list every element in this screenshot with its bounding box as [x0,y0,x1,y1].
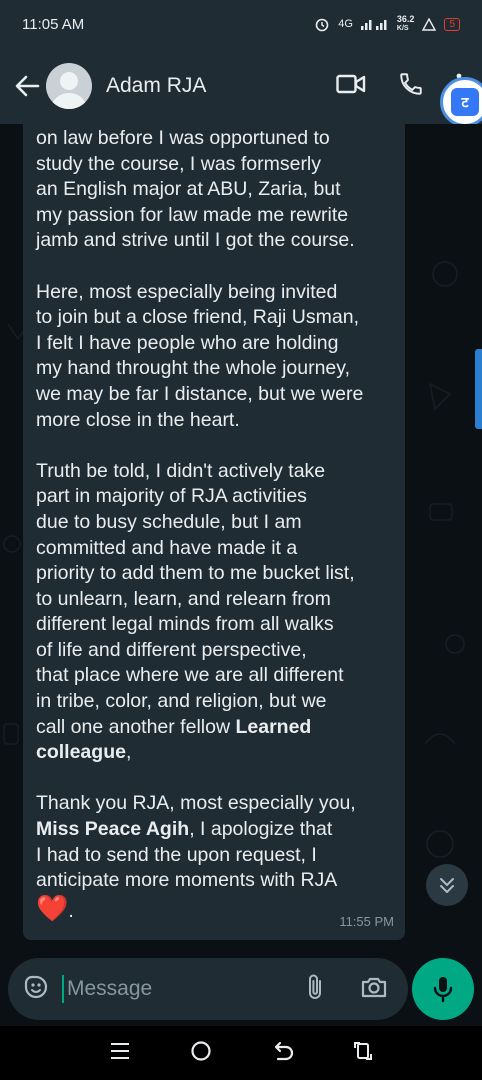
message-line: colleague, [36,740,393,766]
message-line: an English major at ABU, Zaria, but [36,178,341,201]
net-speed-unit: K/S [396,25,409,32]
rotate-screen-icon [354,1041,372,1060]
message-line: call one another fellow Learned [36,715,393,741]
message-bubble-incoming[interactable]: on law before I was opportuned to study t… [23,124,405,940]
composer-actions [306,973,388,1006]
signal-icon [360,20,387,30]
text-run: call one another fellow [36,715,236,738]
text-run: , [125,741,132,764]
phone-icon [400,72,422,95]
message-line: due to busy schedule, but I am [36,510,302,533]
message-line: in tribe, color, and religion, but we [36,690,327,713]
message-text: on law before I was opportuned to study t… [36,126,393,715]
back-arrow-icon [15,75,40,97]
message-line: on law before I was opportuned to [36,127,330,149]
back-nav-button[interactable] [272,1041,294,1066]
menu-lines-icon [111,1042,129,1059]
video-call-icon [336,74,366,93]
message-time: 11:55 PM [339,914,394,930]
bold-learned: Learned [235,715,312,738]
message-line: I had to send the upon request, I [36,843,317,866]
heart-emoji: ❤️ [36,892,69,923]
message-line: jamb and strive until I got the course. [36,229,355,252]
chat-header: Adam RJA [0,48,482,124]
message-line: Thank you RJA, most especially you, [36,792,356,815]
message-line: my passion for law made me rewrite [36,203,349,226]
voice-record-button[interactable] [412,958,474,1020]
net-speed: 36.2 K/S [397,15,415,33]
net-speed-value: 36.2 [396,14,415,24]
video-call-button[interactable] [336,73,366,100]
scroll-to-bottom-button[interactable] [426,864,468,906]
camera-icon [361,977,387,997]
message-line: that place where we are all different [36,664,344,687]
message-line: Miss Peace Agih, I apologize that [36,817,393,843]
bold-peace-agih: Miss Peace Agih [36,818,190,841]
contact-name[interactable]: Adam RJA [106,74,336,98]
avatar-head [60,72,78,90]
message-line: part in majority of RJA activities [36,485,307,508]
message-line: I felt I have people who are holding [36,331,339,354]
text-run: , I apologize that [189,818,333,841]
back-nav-icon [274,1041,294,1060]
avatar-shoulders [52,93,86,109]
avatar[interactable] [46,63,92,109]
status-time: 11:05 AM [22,15,85,33]
message-line: different legal minds from all walks [36,613,334,636]
network-type: 4G [338,18,353,30]
translate-floating-button[interactable]: ट [440,77,482,127]
alarm-icon [315,18,329,32]
message-input-wrapper [62,975,306,1003]
message-line: study the course, I was formserly [36,152,322,175]
message-line: we may be far I distance, but we were [36,382,364,405]
attach-button[interactable] [306,973,324,1006]
attach-icon [309,974,321,999]
chat-area[interactable]: on law before I was opportuned to study t… [0,124,482,958]
mic-icon [433,977,453,1003]
message-line: to unlearn, learn, and relearn from [36,587,331,610]
message-input[interactable] [65,976,269,1002]
message-line: anticipate more moments with RJA [36,869,338,892]
sticker-button[interactable] [22,973,50,1006]
message-line: Truth be told, I didn't actively take [36,459,326,482]
message-line: committed and have made it a [36,536,298,559]
translate-icon: ट [451,88,479,116]
message-line: to join but a close friend, Raji Usman, [36,306,359,329]
message-line: more close in the heart. [36,408,240,431]
side-panel-handle[interactable] [475,349,482,429]
message-text-last: Thank you RJA, most especially you, [36,791,393,817]
message-line: Here, most especially being invited [36,280,338,303]
message-line: priority to add them to me bucket list, [36,562,355,585]
rotate-button[interactable] [354,1040,372,1067]
back-button[interactable] [8,75,46,97]
status-icons: 4G 36.2 K/S 5 [314,15,460,33]
battery-indicator: 5 [444,17,460,31]
warning-icon [422,17,437,31]
recents-button[interactable] [110,1042,130,1065]
home-circle-icon [191,1040,211,1061]
message-composer [8,958,408,1020]
camera-button[interactable] [360,975,388,1004]
status-bar: 11:05 AM 4G 36.2 K/S 5 [0,0,482,48]
text-caret [62,975,64,1003]
voice-call-button[interactable] [398,71,424,102]
bold-colleague: colleague [36,741,126,764]
double-chevron-down-icon [440,878,454,893]
message-line: my hand throught the whole journey, [36,357,350,380]
system-nav-bar [0,1026,482,1080]
text-run: . [68,899,74,922]
message-line: of life and different perspective, [36,638,307,661]
sticker-icon [24,975,48,998]
home-button[interactable] [190,1040,212,1067]
